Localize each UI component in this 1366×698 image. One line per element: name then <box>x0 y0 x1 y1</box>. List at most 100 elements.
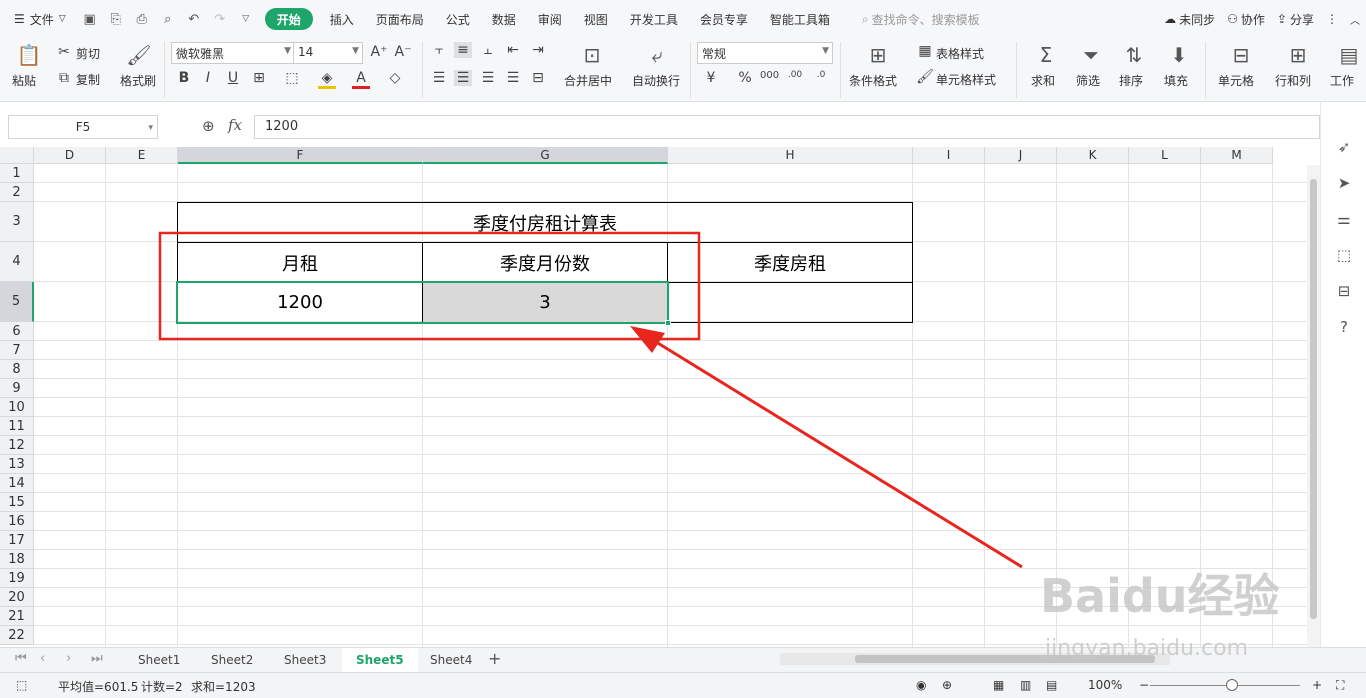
copy-button[interactable]: 复制 <box>76 71 100 88</box>
tab-page-layout[interactable]: 页面布局 <box>365 0 435 38</box>
row-header-5[interactable]: 5 <box>0 282 34 322</box>
zoom-slider-handle[interactable] <box>1226 679 1238 691</box>
row-header-8[interactable]: 8 <box>0 360 34 379</box>
tab-home[interactable]: 开始 <box>264 8 313 30</box>
last-sheet-icon[interactable]: ⏭ <box>91 651 103 666</box>
tab-view[interactable]: 视图 <box>573 0 619 38</box>
merge-center-icon[interactable]: ⊡ <box>579 42 605 68</box>
tab-member[interactable]: 会员专享 <box>689 0 759 38</box>
undo-icon[interactable]: ↶ <box>186 11 202 27</box>
increase-font-icon[interactable]: A⁺ <box>370 44 388 60</box>
fullscreen-icon[interactable]: ⛶ <box>1336 678 1344 693</box>
fill-handle[interactable] <box>665 320 671 326</box>
share-button[interactable]: ⇪ 分享 <box>1271 0 1320 38</box>
selection-pane-icon[interactable]: ⬚ <box>1335 246 1353 264</box>
conditional-format-button[interactable]: 条件格式 <box>849 72 897 89</box>
command-search[interactable]: ⌕ 查找命令、搜索模板 <box>851 0 991 38</box>
column-header-h[interactable]: H <box>668 147 913 164</box>
row-header-19[interactable]: 19 <box>0 569 34 588</box>
row-header-6[interactable]: 6 <box>0 322 34 341</box>
more-options-icon[interactable]: ⋮ <box>1320 0 1344 38</box>
tab-insert[interactable]: 插入 <box>319 0 365 38</box>
column-header-e[interactable]: E <box>106 147 178 164</box>
save-icon[interactable]: ▣ <box>82 11 98 27</box>
first-sheet-icon[interactable]: ⏮ <box>15 651 27 666</box>
collab-button[interactable]: ⚇ 协作 <box>1221 0 1271 38</box>
decrease-font-icon[interactable]: A⁻ <box>394 44 412 60</box>
value-cell-quarter-rent[interactable] <box>667 282 913 323</box>
paste-button[interactable]: 粘贴 <box>12 72 36 89</box>
zoom-out-icon[interactable]: − <box>1139 678 1149 692</box>
decrease-indent-icon[interactable]: ⇤ <box>504 42 522 58</box>
align-bottom-icon[interactable]: ⫠ <box>479 42 497 58</box>
border-icon[interactable]: ⊞ <box>250 70 268 86</box>
sheet-tab-1[interactable]: Sheet1 <box>124 648 194 672</box>
thousands-icon[interactable]: 000 <box>760 70 779 81</box>
tab-formulas[interactable]: 公式 <box>435 0 481 38</box>
percent-icon[interactable]: % <box>736 70 754 86</box>
format-painter-icon[interactable]: 🖌 <box>126 42 152 68</box>
align-middle-icon[interactable]: ≡ <box>454 42 472 58</box>
align-top-icon[interactable]: ⫟ <box>430 42 448 58</box>
settings-sliders-icon[interactable]: ⚌ <box>1335 210 1353 228</box>
increase-decimal-icon[interactable]: .00 <box>786 70 804 80</box>
column-header-d[interactable]: D <box>34 147 106 164</box>
zoom-search-icon[interactable]: ⊕ <box>202 117 215 135</box>
row-header-4[interactable]: 4 <box>0 242 34 282</box>
italic-icon[interactable]: I <box>199 70 217 86</box>
tab-review[interactable]: 审阅 <box>527 0 573 38</box>
column-header-j[interactable]: J <box>985 147 1057 164</box>
row-header-20[interactable]: 20 <box>0 588 34 607</box>
column-header-m[interactable]: M <box>1201 147 1273 164</box>
font-color-icon[interactable]: A <box>352 70 370 89</box>
row-header-1[interactable]: 1 <box>0 164 34 183</box>
wrap-text-icon[interactable]: ⤶ <box>644 42 670 68</box>
zoom-level[interactable]: 100% <box>1088 678 1122 692</box>
cell-icon[interactable]: ⊟ <box>1228 42 1254 68</box>
rocket-icon[interactable]: ➶ <box>1335 138 1353 156</box>
row-col-button[interactable]: 行和列 <box>1275 72 1311 89</box>
header-cell-monthly-rent[interactable]: 月租 <box>177 242 423 283</box>
filter-icon[interactable]: ⏷ <box>1078 42 1104 68</box>
next-sheet-icon[interactable]: › <box>66 651 71 666</box>
sheet-tab-2[interactable]: Sheet2 <box>197 648 267 672</box>
fx-icon[interactable]: fx <box>228 116 242 134</box>
column-header-k[interactable]: K <box>1057 147 1129 164</box>
cell-style-icon[interactable]: ⬚ <box>283 70 301 86</box>
prev-sheet-icon[interactable]: ‹ <box>40 651 45 666</box>
bold-icon[interactable]: B <box>175 70 193 86</box>
font-name-select[interactable]: 微软雅黑 ▼ <box>171 42 295 64</box>
worksheet-button[interactable]: 工作 <box>1330 72 1354 89</box>
select-all-corner[interactable] <box>0 147 34 164</box>
row-header-11[interactable]: 11 <box>0 417 34 436</box>
justify-icon[interactable]: ☰ <box>504 70 522 86</box>
worksheet-icon[interactable]: ▤ <box>1336 42 1362 68</box>
distribute-icon[interactable]: ⊟ <box>529 70 547 86</box>
redo-icon[interactable]: ↷ <box>212 11 228 27</box>
view-center-icon[interactable]: ⊕ <box>942 678 952 692</box>
help-icon[interactable]: ? <box>1335 318 1353 336</box>
decrease-decimal-icon[interactable]: .0 <box>812 70 830 80</box>
align-right-icon[interactable]: ☰ <box>479 70 497 86</box>
fill-color-icon[interactable]: ◈ <box>318 70 336 89</box>
add-sheet-icon[interactable]: + <box>488 649 501 668</box>
sheet-tab-5[interactable]: Sheet5 <box>342 648 418 672</box>
cell-button[interactable]: 单元格 <box>1218 72 1254 89</box>
sort-icon[interactable]: ⇅ <box>1121 42 1147 68</box>
align-left-icon[interactable]: ☰ <box>430 70 448 86</box>
row-header-22[interactable]: 22 <box>0 626 34 645</box>
column-header-f[interactable]: F <box>178 147 423 164</box>
row-header-2[interactable]: 2 <box>0 183 34 202</box>
row-header-14[interactable]: 14 <box>0 474 34 493</box>
align-center-icon[interactable]: ☰ <box>454 70 472 86</box>
tab-data[interactable]: 数据 <box>481 0 527 38</box>
eye-protect-icon[interactable]: ◉ <box>916 678 926 692</box>
zoom-in-icon[interactable]: + <box>1312 678 1322 692</box>
table-title-cell[interactable]: 季度付房租计算表 <box>177 202 913 243</box>
formula-input[interactable]: 1200 <box>254 115 1320 139</box>
macro-record-icon[interactable]: ⬚ <box>16 678 27 692</box>
merge-center-button[interactable]: 合并居中 <box>564 72 612 89</box>
cell-style-button[interactable]: 单元格样式 <box>936 71 996 88</box>
page-break-view-icon[interactable]: ▤ <box>1046 678 1057 692</box>
column-header-i[interactable]: I <box>913 147 985 164</box>
